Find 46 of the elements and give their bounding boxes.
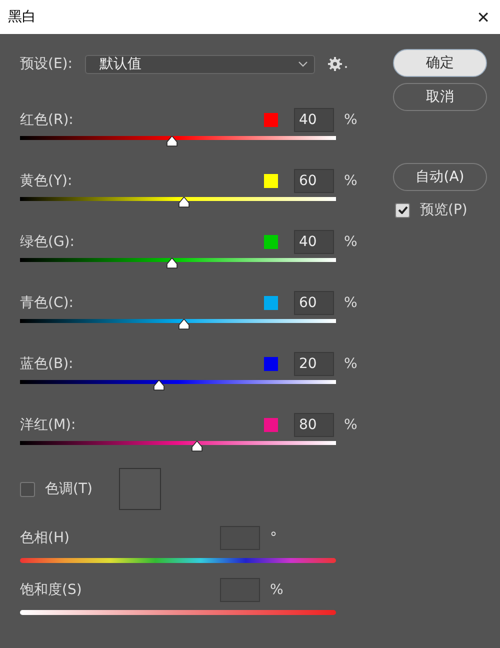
value-field[interactable]: 40 — [294, 230, 334, 254]
gear-icon[interactable] — [326, 56, 348, 72]
slider-track[interactable] — [20, 610, 336, 615]
channel-label: 黄色(Y): — [20, 172, 74, 190]
unit-label: % — [344, 295, 358, 311]
chevron-icon — [298, 61, 308, 67]
unit-label: % — [344, 234, 358, 250]
preview-label[interactable]: 预览(P) — [420, 201, 468, 219]
dialog-button[interactable]: 取消 — [393, 83, 487, 111]
tint-color-swatch[interactable] — [119, 468, 161, 510]
slider-track[interactable] — [20, 558, 336, 563]
slider-thumb[interactable] — [166, 136, 178, 147]
slider-thumb[interactable] — [153, 380, 166, 391]
checkbox[interactable] — [395, 202, 410, 218]
channel-label: 红色(R): — [20, 111, 74, 129]
value-field[interactable]: 60 — [294, 291, 334, 315]
unit-label: % — [344, 112, 358, 128]
value-field[interactable]: 60 — [294, 169, 334, 193]
slider-label: 色相(H) — [20, 529, 70, 547]
slider-thumb[interactable] — [166, 258, 178, 269]
unit-label: % — [344, 417, 358, 433]
checkbox[interactable] — [20, 482, 35, 496]
unit-label: % — [344, 173, 358, 189]
value-field[interactable] — [220, 578, 260, 602]
value-field[interactable]: 80 — [294, 413, 334, 437]
dialog-button[interactable]: 自动(A) — [393, 163, 487, 191]
preset-label: 预设(E): — [20, 55, 72, 73]
close-button[interactable]: ✕ — [476, 8, 490, 26]
slider-label: 饱和度(S) — [20, 581, 83, 599]
channel-label: 蓝色(B): — [20, 355, 74, 373]
preset-dropdown[interactable]: 默认值 — [84, 54, 314, 74]
channel-label: 青色(C): — [20, 294, 74, 312]
window-title: 黑白 — [8, 8, 36, 26]
dialog-button[interactable]: 确定 — [393, 49, 487, 77]
channel-label: 绿色(G): — [20, 233, 76, 251]
unit-label: % — [270, 582, 284, 598]
channel-label: 洋红(M): — [20, 416, 77, 434]
unit-label: % — [344, 356, 358, 372]
unit-label: ° — [270, 530, 278, 546]
value-field[interactable] — [220, 526, 260, 550]
value-field[interactable]: 40 — [294, 108, 334, 132]
slider-thumb[interactable] — [190, 441, 203, 452]
slider-thumb[interactable] — [178, 319, 190, 330]
slider-thumb[interactable] — [178, 197, 190, 208]
value-field[interactable]: 20 — [294, 352, 334, 376]
tint-label[interactable]: 色调(T) — [45, 480, 119, 498]
